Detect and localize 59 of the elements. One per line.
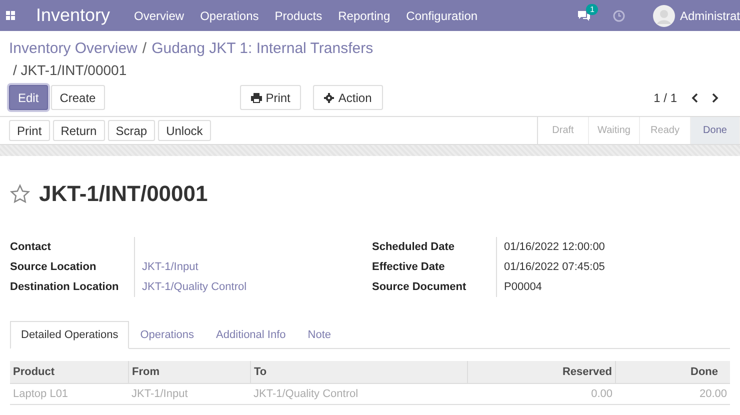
field-label: Contact: [10, 237, 135, 257]
field-label: Source Location: [10, 257, 135, 277]
avatar-icon[interactable]: [652, 4, 675, 26]
field-value: P00004: [504, 281, 542, 293]
field-value: 01/16/2022 12:00:00: [504, 241, 605, 253]
user-name[interactable]: Administrat: [680, 8, 740, 22]
star-icon[interactable]: [10, 184, 30, 204]
tab[interactable]: Operations: [129, 321, 206, 349]
field-link[interactable]: JKT-1/Quality Control: [142, 281, 247, 293]
gear-icon: [324, 92, 334, 102]
menu-item[interactable]: Configuration: [406, 8, 478, 22]
table-cell: 0.00: [468, 384, 616, 404]
menu-item[interactable]: Operations: [200, 8, 259, 22]
column-header[interactable]: To: [250, 361, 468, 384]
header-button[interactable]: Return: [52, 120, 105, 141]
field-value: 01/16/2022 07:45:05: [504, 261, 605, 273]
table-cell: 20.00: [616, 384, 730, 404]
field-label: Scheduled Date: [372, 237, 497, 257]
menu-item[interactable]: Reporting: [338, 8, 390, 22]
status-stage[interactable]: Draft: [538, 117, 589, 144]
app-title[interactable]: Inventory: [36, 5, 110, 26]
clock-icon[interactable]: [612, 10, 625, 22]
apps-icon[interactable]: [6, 10, 16, 20]
header-button[interactable]: Scrap: [108, 120, 156, 141]
field-link[interactable]: JKT-1/Input: [142, 261, 198, 273]
print-button[interactable]: Print: [240, 85, 302, 110]
status-stage[interactable]: Waiting: [589, 117, 640, 144]
header-button[interactable]: Print: [9, 120, 50, 141]
breadcrumb-separator: /: [142, 39, 147, 59]
action-button[interactable]: Action: [313, 85, 383, 110]
record-title: JKT-1/INT/00001: [39, 181, 208, 207]
next-icon[interactable]: [711, 92, 719, 102]
printer-icon: [250, 92, 262, 102]
header-button[interactable]: Unlock: [158, 120, 211, 141]
column-header[interactable]: Reserved: [468, 361, 616, 384]
column-header[interactable]: Product: [10, 361, 128, 384]
menu-item[interactable]: Products: [274, 8, 322, 22]
breadcrumb-link[interactable]: Inventory Overview: [9, 39, 138, 59]
breadcrumb-current: / JKT-1/INT/00001: [13, 61, 128, 80]
column-header[interactable]: From: [128, 361, 250, 384]
field-label: Effective Date: [372, 257, 497, 277]
chat-icon[interactable]: [576, 10, 591, 22]
table-cell: Laptop L01: [10, 384, 128, 404]
message-count-badge: 1: [586, 4, 598, 14]
pager-value: 1 / 1: [654, 90, 677, 104]
breadcrumb-link[interactable]: Gudang JKT 1: Internal Transfers: [152, 39, 374, 59]
menu-item[interactable]: Overview: [134, 8, 184, 22]
tab[interactable]: Additional Info: [205, 321, 297, 349]
status-stage[interactable]: Done: [691, 117, 740, 144]
edit-button[interactable]: Edit: [9, 85, 48, 110]
table-cell: JKT-1/Input: [128, 384, 250, 404]
column-header[interactable]: Done: [616, 361, 730, 384]
tab[interactable]: Detailed Operations: [10, 321, 130, 349]
previous-icon[interactable]: [691, 92, 699, 102]
field-label: Destination Location: [10, 277, 135, 297]
create-button[interactable]: Create: [50, 85, 105, 110]
field-label: Source Document: [372, 277, 497, 297]
table-cell: JKT-1/Quality Control: [250, 384, 468, 404]
tab[interactable]: Note: [296, 321, 342, 349]
